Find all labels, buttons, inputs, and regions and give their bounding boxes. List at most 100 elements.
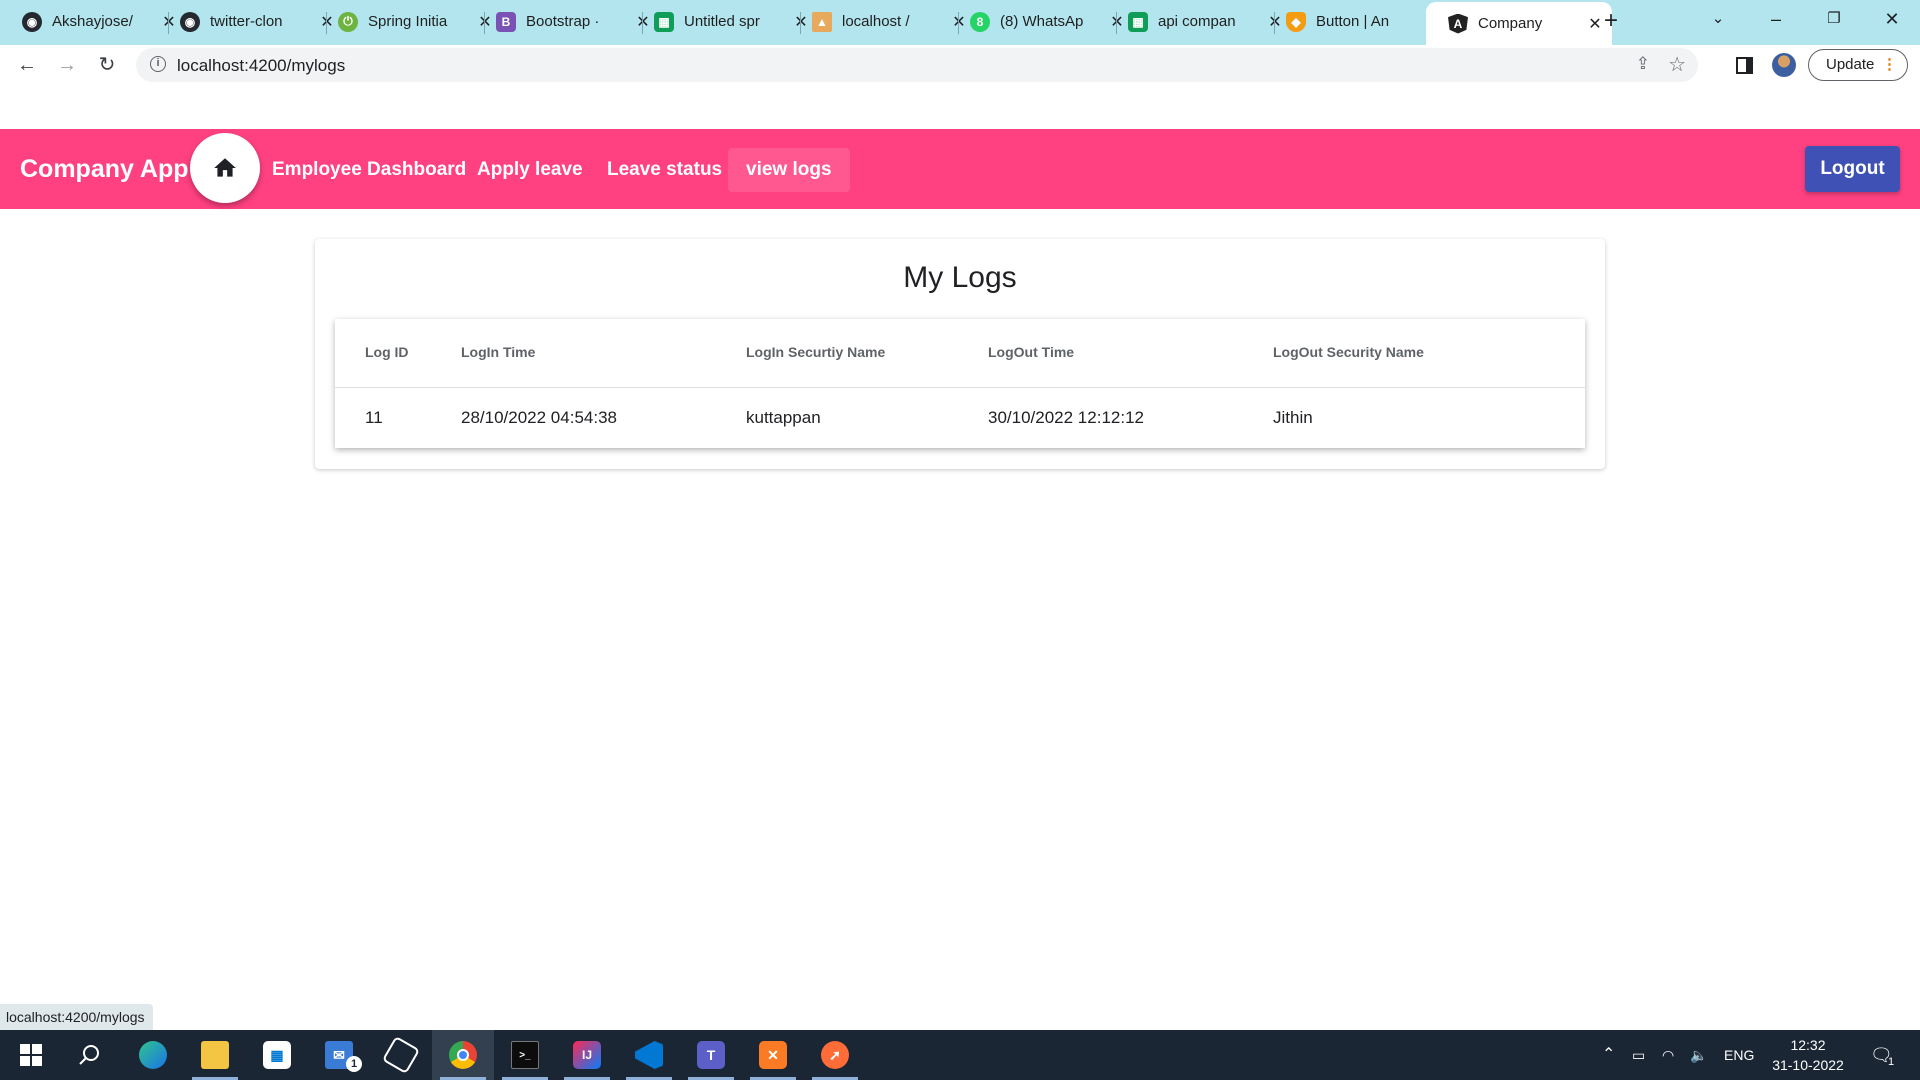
tab-title: Untitled spr xyxy=(684,13,760,30)
vscode-taskbar-item[interactable] xyxy=(618,1030,680,1080)
angular-icon: A xyxy=(1448,13,1468,34)
whatsapp-icon: 8 xyxy=(970,11,990,32)
share-icon[interactable]: ⇪ xyxy=(1636,54,1650,74)
chrome-icon xyxy=(449,1041,477,1069)
browser-tab-strip: ◉ Akshayjose/ ✕ ◉ twitter-clon ✕ ⏻ Sprin… xyxy=(0,0,1920,45)
column-header[interactable]: LogOut Security Name xyxy=(1273,344,1424,360)
nav-employee-dashboard[interactable]: Employee Dashboard xyxy=(254,148,484,192)
terminal-taskbar-item[interactable]: >_ xyxy=(494,1030,556,1080)
file-explorer-taskbar-item[interactable] xyxy=(184,1030,246,1080)
column-header[interactable]: LogIn Time xyxy=(461,344,535,360)
notification-center-icon[interactable]: 🗨 xyxy=(1870,1030,1893,1080)
search-icon xyxy=(79,1045,99,1065)
reload-icon[interactable]: ↻ xyxy=(92,50,122,80)
browser-tab[interactable]: ◆ Button | An ✕ xyxy=(1264,2,1450,41)
tab-title: Spring Initia xyxy=(368,13,448,30)
sheets-icon: ▦ xyxy=(1128,11,1148,32)
new-tab-button[interactable]: + xyxy=(1596,6,1626,36)
site-info-icon[interactable]: i xyxy=(150,56,166,72)
xampp-taskbar-item[interactable]: ✕ xyxy=(742,1030,804,1080)
start-button[interactable] xyxy=(0,1030,62,1080)
teams-icon: T xyxy=(697,1041,725,1069)
logs-card: My Logs Log ID LogIn Time LogIn Securtiy… xyxy=(315,239,1605,469)
page-title: My Logs xyxy=(903,261,1017,294)
app-brand: Company App . xyxy=(20,155,203,183)
logs-table: Log ID LogIn Time LogIn Securtiy Name Lo… xyxy=(335,319,1585,448)
home-icon xyxy=(214,158,236,177)
nav-view-logs[interactable]: view logs xyxy=(728,148,850,192)
tab-title: Button | An xyxy=(1316,13,1390,30)
logout-button[interactable]: Logout xyxy=(1805,146,1900,192)
restore-icon[interactable]: ❐ xyxy=(1806,0,1862,40)
address-bar[interactable]: i localhost:4200/mylogs ⇪ ☆ xyxy=(136,48,1698,82)
mail-badge: 1 xyxy=(346,1056,362,1072)
intellij-taskbar-item[interactable]: IJ xyxy=(556,1030,618,1080)
side-panel-icon[interactable] xyxy=(1736,57,1753,74)
xampp-icon: ✕ xyxy=(759,1041,787,1069)
vscode-icon xyxy=(635,1041,663,1069)
back-arrow-icon[interactable]: ← xyxy=(12,50,42,80)
profile-avatar[interactable] xyxy=(1772,53,1796,77)
url-text[interactable]: localhost:4200/mylogs xyxy=(177,56,345,76)
tab-title: api compan xyxy=(1158,13,1236,30)
update-button[interactable]: Update ⋮ xyxy=(1808,49,1908,81)
battery-icon[interactable]: ▭ xyxy=(1632,1030,1645,1080)
logout-security-name-cell: Jithin xyxy=(1273,408,1313,427)
browser-tab-active[interactable]: A Company ✕ xyxy=(1426,2,1612,45)
edge-icon xyxy=(139,1041,167,1069)
window-close-icon[interactable]: ✕ xyxy=(1864,0,1920,40)
home-button[interactable] xyxy=(190,133,260,203)
tab-search-icon[interactable]: ⌄ xyxy=(1690,0,1746,40)
edge-taskbar-item[interactable] xyxy=(122,1030,184,1080)
notification-badge: 1 xyxy=(1888,1056,1895,1068)
store-icon: ▦ xyxy=(263,1041,291,1069)
app-toolbar: Company App . Employee Dashboard Apply l… xyxy=(0,129,1920,209)
forward-arrow-icon[interactable]: → xyxy=(52,50,82,80)
log-id-cell: 11 xyxy=(365,408,383,427)
store-taskbar-item[interactable]: ▦ xyxy=(246,1030,308,1080)
spring-icon: ⏻ xyxy=(338,11,358,32)
folder-icon xyxy=(201,1041,229,1069)
nav-apply-leave[interactable]: Apply leave xyxy=(459,148,601,192)
nav-leave-status[interactable]: Leave status xyxy=(589,148,740,192)
minimize-icon[interactable]: – xyxy=(1748,0,1804,40)
system-clock[interactable]: 12:32 31-10-2022 xyxy=(1766,1035,1850,1075)
sheets-icon: ▦ xyxy=(654,11,674,32)
clock-time: 12:32 xyxy=(1790,1037,1826,1053)
github-icon: ◉ xyxy=(22,11,42,32)
browser-toolbar: ← → ↻ i localhost:4200/mylogs ⇪ ☆ Update… xyxy=(0,45,1920,85)
teams-taskbar-item[interactable]: T xyxy=(680,1030,742,1080)
bootstrap-icon: B xyxy=(496,11,516,32)
update-label: Update xyxy=(1826,56,1875,73)
tab-title: Akshayjose/ xyxy=(52,13,133,30)
link-status-bubble: localhost:4200/mylogs xyxy=(0,1004,153,1030)
github-icon: ◉ xyxy=(180,11,200,32)
column-header[interactable]: LogIn Securtiy Name xyxy=(746,344,885,360)
table-row[interactable]: 11 28/10/2022 04:54:38 kuttappan 30/10/2… xyxy=(335,388,1585,448)
logout-time-cell: 30/10/2022 12:12:12 xyxy=(988,408,1144,427)
postman-taskbar-item[interactable]: ➚ xyxy=(804,1030,866,1080)
search-button[interactable] xyxy=(58,1030,120,1080)
tab-title: (8) WhatsAp xyxy=(1000,13,1084,30)
login-security-name-cell: kuttappan xyxy=(746,408,821,427)
language-indicator[interactable]: ENG xyxy=(1724,1030,1754,1080)
phpmyadmin-icon: ▲ xyxy=(812,11,832,32)
tab-title: Bootstrap · xyxy=(526,13,600,30)
chrome-taskbar-item[interactable] xyxy=(432,1030,494,1080)
column-header[interactable]: LogOut Time xyxy=(988,344,1074,360)
angular-material-icon: ◆ xyxy=(1286,11,1306,32)
cube-app-taskbar-item[interactable] xyxy=(370,1030,432,1080)
clock-date: 31-10-2022 xyxy=(1772,1057,1844,1073)
intellij-icon: IJ xyxy=(573,1041,601,1069)
tab-title: Company xyxy=(1478,15,1543,32)
wifi-icon[interactable]: ◠ xyxy=(1662,1030,1674,1080)
menu-dots-icon: ⋮ xyxy=(1882,56,1897,73)
volume-icon[interactable]: 🔈 xyxy=(1690,1030,1707,1080)
terminal-icon: >_ xyxy=(511,1041,539,1069)
mail-taskbar-item[interactable]: ✉ 1 xyxy=(308,1030,370,1080)
column-header[interactable]: Log ID xyxy=(365,344,409,360)
windows-logo-icon xyxy=(20,1044,42,1066)
show-hidden-icons-icon[interactable]: ⌃ xyxy=(1602,1030,1615,1080)
table-header-row: Log ID LogIn Time LogIn Securtiy Name Lo… xyxy=(335,319,1585,388)
bookmark-star-icon[interactable]: ☆ xyxy=(1668,52,1686,77)
